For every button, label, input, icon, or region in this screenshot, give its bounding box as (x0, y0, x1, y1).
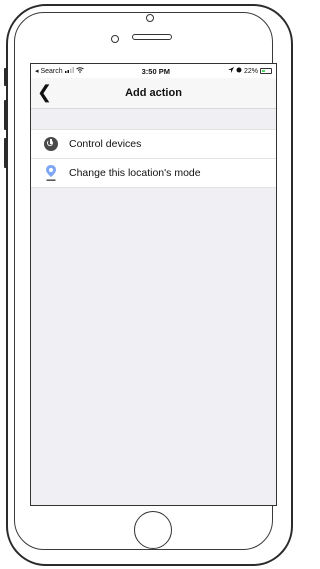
navigation-bar: ❮ Add action (31, 78, 276, 109)
battery-percent: 22% (243, 67, 258, 75)
phone-screen: ◂ Search 3:50 PM 22% ❮ Add action Contro… (30, 63, 277, 506)
location-arrow-icon (227, 67, 234, 75)
action-control-devices[interactable]: Control devices (31, 130, 276, 158)
wifi-icon (75, 67, 84, 75)
power-icon (43, 136, 59, 152)
mute-switch (4, 68, 7, 86)
page-title: Add action (125, 87, 182, 99)
chevron-left-icon[interactable]: ❮ (37, 81, 52, 103)
signal-icon (64, 67, 74, 75)
status-bar: ◂ Search 3:50 PM 22% (31, 64, 276, 78)
volume-up-button (4, 100, 7, 130)
status-time: 3:50 PM (141, 66, 170, 76)
action-label: Change this location's mode (69, 167, 201, 179)
earpiece-speaker (132, 34, 172, 40)
status-left: ◂ Search (35, 67, 84, 75)
status-right: 22% (227, 67, 272, 75)
sensor-icon (146, 14, 154, 22)
front-camera-icon (111, 35, 119, 43)
volume-down-button (4, 138, 7, 168)
location-pin-icon (43, 165, 59, 181)
action-change-location-mode[interactable]: Change this location's mode (31, 158, 276, 187)
alarm-icon (236, 67, 242, 75)
action-label: Control devices (69, 138, 142, 150)
battery-icon (259, 68, 272, 74)
home-button[interactable] (134, 511, 172, 549)
back-to-app-label[interactable]: ◂ Search (35, 67, 63, 75)
action-list: Control devices Change this location's m… (31, 129, 276, 188)
